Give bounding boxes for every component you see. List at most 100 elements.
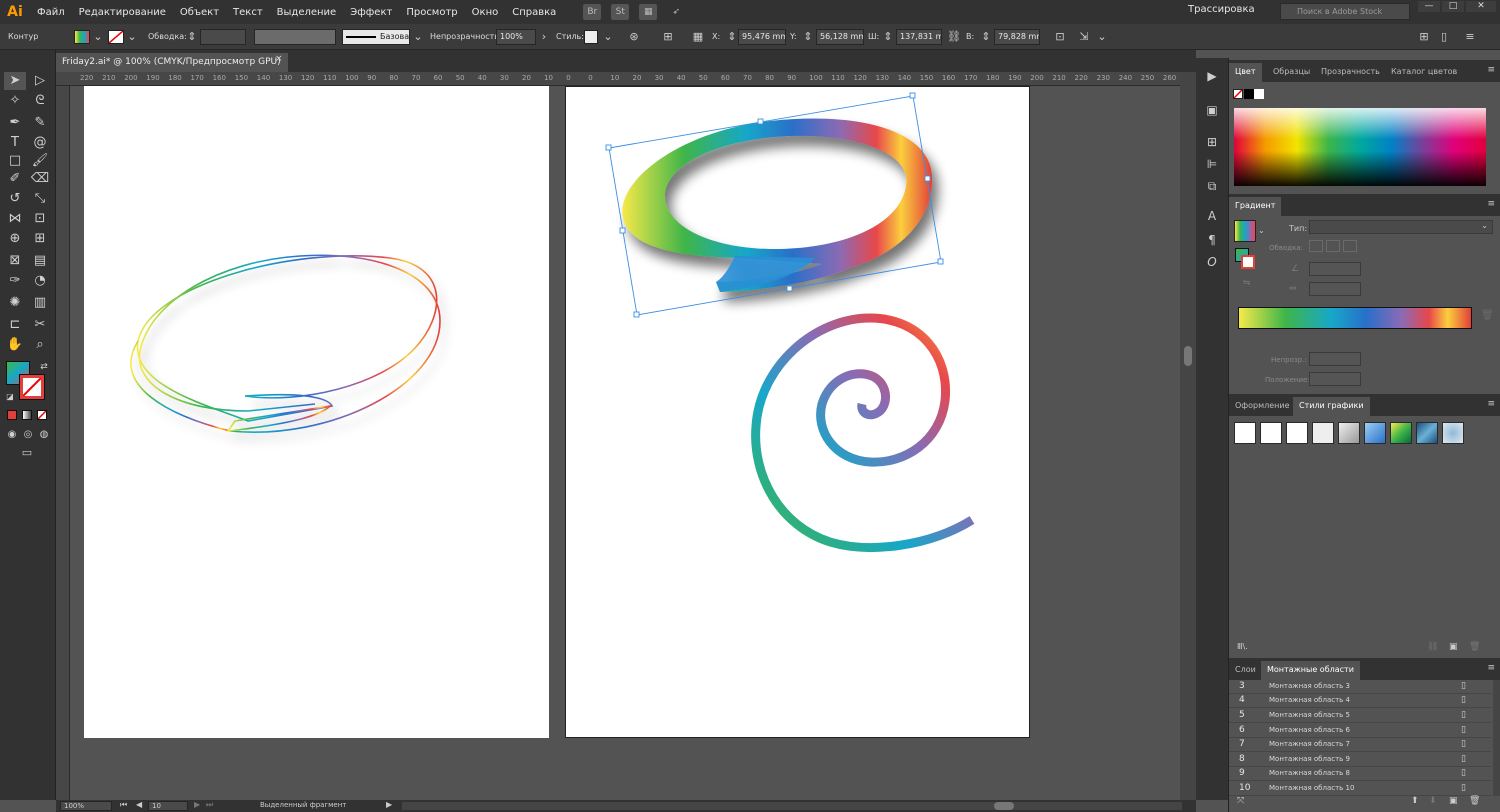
- tab-gradient[interactable]: Градиент: [1229, 197, 1282, 216]
- paragraph-panel-icon[interactable]: ¶: [1203, 232, 1221, 248]
- zoom-select[interactable]: 100%: [60, 801, 112, 811]
- screen-mode-icon[interactable]: ▭: [17, 444, 37, 462]
- zoom-tool-icon[interactable]: ⌕: [30, 336, 50, 354]
- tab-color[interactable]: Цвет: [1229, 63, 1262, 82]
- graphic-style-green[interactable]: [1390, 422, 1412, 444]
- magic-wand-tool-icon[interactable]: ✧: [5, 92, 25, 110]
- curvature-tool-icon[interactable]: ✎: [30, 114, 50, 132]
- width-field[interactable]: 137,831 mm: [896, 29, 942, 45]
- menu-file[interactable]: Файл: [30, 7, 72, 18]
- artboard-row[interactable]: 3 Монтажная область 3 ▯: [1229, 680, 1491, 694]
- fill-swatch[interactable]: [74, 30, 90, 44]
- graphic-style-scribble[interactable]: [1442, 422, 1464, 444]
- rearrange-artboards-icon[interactable]: ⤧: [1237, 796, 1244, 806]
- tab-graphic-styles[interactable]: Стили графики: [1293, 397, 1370, 416]
- menu-edit[interactable]: Редактирование: [72, 7, 173, 18]
- slice-tool-icon[interactable]: ✂: [30, 316, 50, 334]
- gradient-type-select[interactable]: ⌄: [1309, 220, 1493, 234]
- status-menu-icon[interactable]: ▶: [386, 800, 392, 809]
- gradient-position-field[interactable]: [1309, 372, 1361, 386]
- lasso-tool-icon[interactable]: ᘓ: [30, 92, 50, 110]
- h-scroll-thumb[interactable]: [994, 802, 1014, 810]
- menu-effect[interactable]: Эффект: [343, 7, 399, 18]
- graphic-style-none[interactable]: [1260, 422, 1282, 444]
- artboard-row[interactable]: 5 Монтажная область 5 ▯: [1229, 709, 1491, 723]
- spiral-tool-icon[interactable]: @: [30, 134, 50, 152]
- brush-definition[interactable]: Базовая: [342, 29, 410, 45]
- blend-tool-icon[interactable]: ◔: [30, 272, 50, 290]
- tab-color-guide[interactable]: Каталог цветов: [1385, 63, 1463, 82]
- artboards-panel-menu-icon[interactable]: ≡: [1487, 663, 1495, 673]
- width-tool-icon[interactable]: ⋈: [5, 210, 25, 228]
- column-graph-tool-icon[interactable]: ▥: [30, 294, 50, 312]
- menu-select[interactable]: Выделение: [270, 7, 344, 18]
- gradient-slider[interactable]: [1238, 307, 1472, 329]
- stroke-weight-stepper[interactable]: ⇕: [184, 29, 200, 45]
- y-field[interactable]: 56,128 mm: [816, 29, 864, 45]
- style-dropdown-icon[interactable]: ⌄: [600, 29, 616, 45]
- artboard-tool-icon[interactable]: ⊏: [5, 316, 25, 334]
- recolor-artwork-icon[interactable]: ⊛: [626, 29, 642, 45]
- rectangle-tool-icon[interactable]: □: [5, 152, 25, 170]
- styles-panel-menu-icon[interactable]: ≡: [1487, 399, 1495, 409]
- gradient-preview[interactable]: [1234, 220, 1256, 242]
- menu-view[interactable]: Просмотр: [399, 7, 464, 18]
- delete-stop-icon[interactable]: 🗑: [1481, 310, 1494, 321]
- gradient-stroke-swatch[interactable]: [1241, 255, 1255, 269]
- play-icon[interactable]: ▶: [1203, 68, 1221, 84]
- delete-artboard-icon[interactable]: 🗑: [1469, 796, 1480, 806]
- close-window-button[interactable]: ✕: [1466, 1, 1496, 12]
- opacity-field[interactable]: 100%: [496, 29, 536, 45]
- menu-help[interactable]: Справка: [505, 7, 563, 18]
- artboard-row[interactable]: 10 Монтажная область 10 ▯: [1229, 782, 1491, 796]
- y-stepper[interactable]: ⇕: [800, 29, 816, 45]
- color-mode-icon[interactable]: [7, 410, 17, 420]
- stroke-color-swatch[interactable]: [19, 374, 45, 400]
- document-tab[interactable]: Friday2.ai* @ 100% (CMYK/Предпросмотр GP…: [56, 53, 288, 72]
- graphic-style-texture[interactable]: [1416, 422, 1438, 444]
- variable-width-profile[interactable]: [254, 29, 336, 45]
- rainbow-spiral-shape[interactable]: [751, 313, 975, 552]
- direct-selection-tool-icon[interactable]: ▷: [30, 72, 50, 90]
- graphic-style-default[interactable]: [1234, 422, 1256, 444]
- delete-style-icon[interactable]: 🗑: [1469, 642, 1480, 652]
- stock-icon[interactable]: St: [611, 4, 630, 20]
- isolate-icon[interactable]: ⇲: [1076, 29, 1092, 45]
- align-panel-icon[interactable]: ⊫: [1203, 156, 1221, 172]
- stroke-weight-field[interactable]: [200, 29, 246, 45]
- new-artboard-icon[interactable]: ▣: [1449, 796, 1458, 806]
- next-artboard-icon[interactable]: ▶: [194, 800, 200, 809]
- tab-transparency[interactable]: Прозрачность: [1315, 63, 1386, 82]
- vertical-scrollbar[interactable]: [1180, 72, 1196, 800]
- rotate-tool-icon[interactable]: ↺: [5, 190, 25, 208]
- graphic-style-swatch[interactable]: [584, 30, 598, 44]
- stock-search-input[interactable]: Поиск в Adobe Stock: [1280, 3, 1410, 20]
- arrange-panel-icon[interactable]: ⊞: [1416, 29, 1432, 45]
- new-style-icon[interactable]: ▣: [1449, 642, 1458, 652]
- reference-point-icon[interactable]: ▦: [690, 29, 706, 45]
- graphic-style-white[interactable]: [1286, 422, 1308, 444]
- tab-artboards[interactable]: Монтажные области: [1261, 661, 1360, 680]
- pathfinder-panel-icon[interactable]: ⧉: [1203, 178, 1221, 194]
- height-stepper[interactable]: ⇕: [978, 29, 994, 45]
- isolate-dropdown-icon[interactable]: ⌄: [1094, 29, 1110, 45]
- swap-colors-icon[interactable]: ⇄: [34, 358, 54, 376]
- rocket-icon[interactable]: ➶: [667, 4, 685, 20]
- x-field[interactable]: 95,476 mm: [738, 29, 786, 45]
- free-transform-tool-icon[interactable]: ⊡: [30, 210, 50, 228]
- maximize-button[interactable]: □: [1442, 1, 1464, 12]
- draw-inside-icon[interactable]: ◍: [34, 426, 54, 444]
- menu-window[interactable]: Окно: [465, 7, 506, 18]
- gradient-tool-icon[interactable]: ▤: [30, 252, 50, 270]
- horizontal-scrollbar[interactable]: [402, 802, 1182, 810]
- perspective-grid-tool-icon[interactable]: ⊞: [30, 230, 50, 248]
- type-tool-icon[interactable]: T: [5, 134, 25, 152]
- default-colors-icon[interactable]: ◪: [0, 388, 20, 406]
- gradient-panel-menu-icon[interactable]: ≡: [1487, 199, 1495, 209]
- character-panel-icon[interactable]: A: [1203, 208, 1221, 224]
- eraser-tool-icon[interactable]: ⌫: [30, 170, 50, 188]
- shaper-tool-icon[interactable]: ✐: [5, 170, 25, 188]
- angle-field[interactable]: [1309, 262, 1361, 276]
- symbol-sprayer-tool-icon[interactable]: ✺: [5, 294, 25, 312]
- graphic-style-blue[interactable]: [1364, 422, 1386, 444]
